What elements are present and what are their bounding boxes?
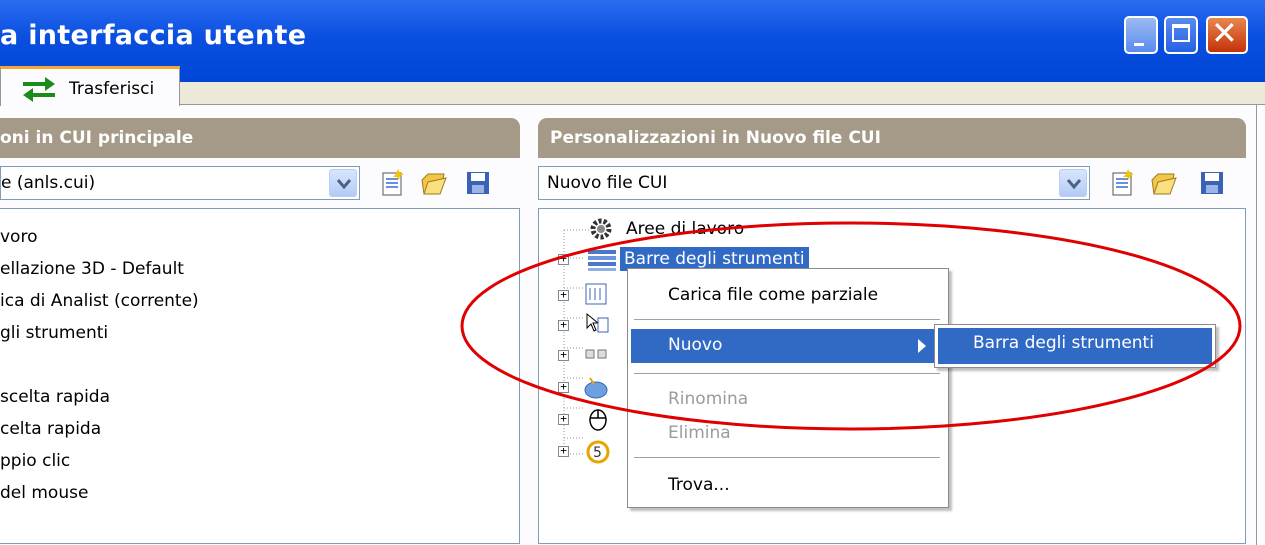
save-icon[interactable] bbox=[1198, 168, 1226, 198]
tab-label: Trasferisci bbox=[69, 79, 155, 99]
submenu-arrow-icon bbox=[918, 339, 926, 353]
tree-expand-button[interactable]: + bbox=[558, 253, 569, 265]
list-item[interactable]: voro bbox=[0, 227, 37, 247]
tab-strip-border bbox=[0, 104, 1265, 105]
quick-properties-icon bbox=[586, 312, 609, 333]
menu-item-carica-file-come-parziale[interactable]: Carica file come parziale bbox=[668, 285, 878, 305]
gear-icon bbox=[590, 218, 612, 240]
menu-item-trova[interactable]: Trova... bbox=[668, 475, 730, 495]
tree-item-aree-di-lavoro[interactable]: Aree di lavoro bbox=[626, 219, 744, 239]
list-item[interactable]: celta rapida bbox=[0, 419, 101, 439]
tree-expand-button[interactable]: + bbox=[558, 319, 569, 331]
list-item[interactable]: ellazione 3D - Default bbox=[0, 259, 184, 279]
submenu: Barra degli strumenti bbox=[934, 324, 1216, 368]
chevron-down-icon[interactable] bbox=[329, 169, 357, 197]
left-cui-file-value: e (anls.cui) bbox=[1, 173, 96, 193]
list-item[interactable]: ica di Analist (corrente) bbox=[0, 291, 199, 311]
tab-content-border bbox=[1256, 105, 1257, 545]
list-item[interactable]: scelta rapida bbox=[0, 387, 110, 407]
left-panel-header: oni in CUI principale bbox=[0, 118, 520, 158]
save-icon[interactable] bbox=[464, 168, 492, 198]
open-folder-icon[interactable] bbox=[1150, 168, 1178, 198]
tree-expand-button[interactable]: + bbox=[558, 413, 569, 425]
right-panel-header: Personalizzazioni in Nuovo file CUI bbox=[538, 118, 1246, 158]
submenu-item-barra-degli-strumenti[interactable]: Barra degli strumenti bbox=[973, 333, 1154, 353]
right-cui-file-value: Nuovo file CUI bbox=[547, 173, 668, 193]
legacy-icon: 5 bbox=[586, 440, 610, 464]
new-file-icon[interactable] bbox=[1108, 168, 1136, 198]
menu-separator bbox=[634, 319, 940, 320]
toolbars-icon bbox=[588, 250, 616, 271]
tab-trasferisci[interactable]: Trasferisci bbox=[0, 66, 180, 106]
menus-icon bbox=[585, 283, 607, 305]
transfer-arrows-icon bbox=[23, 77, 55, 102]
list-item[interactable]: del mouse bbox=[0, 483, 88, 503]
minimize-button[interactable] bbox=[1124, 16, 1158, 54]
maximize-icon bbox=[1172, 24, 1190, 42]
open-folder-icon[interactable] bbox=[420, 168, 448, 198]
menu-item-rinomina: Rinomina bbox=[668, 389, 749, 409]
left-tree-view[interactable]: voro ellazione 3D - Default ica di Anali… bbox=[0, 208, 520, 544]
chevron-down-icon[interactable] bbox=[1059, 169, 1087, 197]
tree-expand-button[interactable]: + bbox=[558, 445, 569, 457]
list-item[interactable]: gli strumenti bbox=[0, 323, 108, 343]
close-icon: ✕ bbox=[1211, 14, 1238, 52]
tree-expand-button[interactable]: + bbox=[558, 349, 569, 361]
right-cui-file-select[interactable]: Nuovo file CUI bbox=[538, 166, 1090, 200]
double-click-actions-icon bbox=[584, 377, 608, 399]
left-cui-file-select[interactable]: e (anls.cui) bbox=[0, 166, 360, 200]
window-title: a interfaccia utente bbox=[0, 20, 307, 51]
menu-item-nuovo[interactable]: Nuovo bbox=[668, 335, 722, 355]
svg-text:5: 5 bbox=[593, 445, 602, 461]
minimize-icon bbox=[1134, 43, 1144, 46]
context-menu: Carica file come parziale Nuovo Rinomina… bbox=[627, 268, 949, 508]
maximize-button[interactable] bbox=[1164, 16, 1198, 54]
new-file-icon[interactable] bbox=[378, 168, 406, 198]
tree-expand-button[interactable]: + bbox=[558, 289, 569, 301]
close-button[interactable]: ✕ bbox=[1206, 14, 1248, 54]
mouse-buttons-icon bbox=[589, 409, 607, 431]
tree-expand-button[interactable]: + bbox=[558, 381, 569, 393]
shortcut-menus-icon bbox=[585, 349, 607, 359]
menu-separator bbox=[634, 373, 940, 374]
menu-item-elimina: Elimina bbox=[668, 423, 731, 443]
list-item[interactable]: ppio clic bbox=[0, 451, 70, 471]
menu-separator bbox=[634, 457, 940, 458]
